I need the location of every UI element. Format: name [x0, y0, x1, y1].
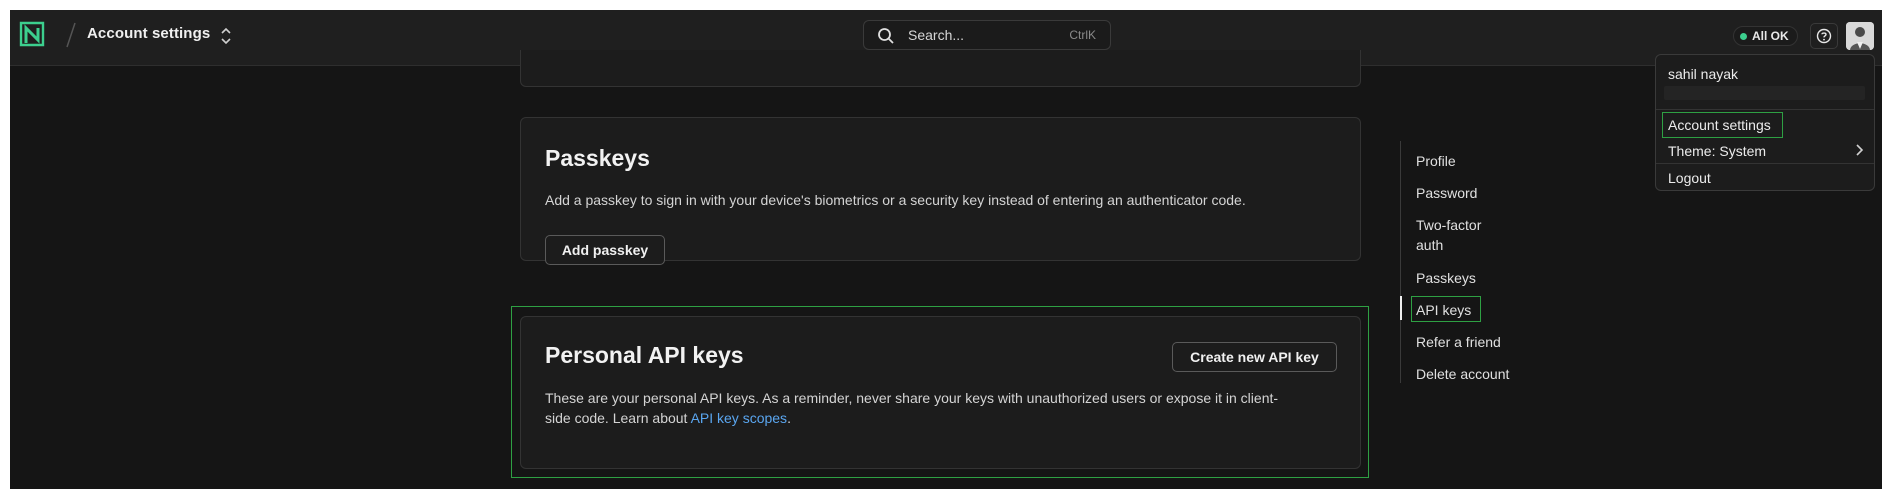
nav-item-delete-account[interactable]: Delete account	[1416, 364, 1516, 384]
nav-item-refer-a-friend[interactable]: Refer a friend	[1416, 332, 1516, 352]
nav-active-indicator	[1400, 296, 1402, 320]
user-name: sahil nayak	[1668, 66, 1739, 82]
help-button[interactable]	[1810, 23, 1838, 49]
search-placeholder: Search...	[908, 27, 965, 43]
nav-item-api-keys[interactable]: API keys	[1416, 300, 1471, 320]
page-title: Account settings	[87, 25, 211, 42]
user-email-redacted	[1664, 86, 1865, 100]
nav-item-password[interactable]: Password	[1416, 183, 1516, 203]
logo-icon[interactable]	[19, 21, 45, 47]
status-label: All OK	[1752, 29, 1789, 43]
status-dot-icon	[1740, 32, 1747, 40]
search-bar[interactable]: Search... CtrlK	[863, 20, 1111, 50]
chevron-right-icon[interactable]	[1854, 143, 1864, 157]
search-shortcut: CtrlK	[1069, 28, 1096, 42]
api-keys-title: Personal API keys	[545, 342, 744, 368]
api-keys-description: These are your personal API keys. As a r…	[545, 388, 1345, 428]
breadcrumb-separator	[66, 22, 76, 48]
api-keys-description-line2: side code. Learn about	[545, 410, 691, 426]
menu-divider	[1656, 109, 1874, 110]
api-keys-section: Personal API keys Create new API key The…	[520, 316, 1361, 469]
avatar-image	[1846, 22, 1874, 50]
passkeys-title: Passkeys	[545, 145, 650, 171]
settings-nav: Profile Password Two-factor auth Passkey…	[1400, 141, 1521, 383]
help-circle-icon	[1816, 28, 1832, 44]
passkeys-description: Add a passkey to sign in with your devic…	[545, 192, 1246, 208]
menu-item-theme[interactable]: Theme: System	[1668, 143, 1766, 159]
api-keys-description-end: .	[787, 410, 791, 426]
user-menu: sahil nayak Account settings Theme: Syst…	[1655, 54, 1875, 191]
nav-item-passkeys[interactable]: Passkeys	[1416, 268, 1516, 288]
create-api-key-button[interactable]: Create new API key	[1172, 342, 1337, 372]
search-icon	[878, 28, 894, 44]
menu-divider	[1656, 163, 1874, 164]
previous-section-card	[520, 50, 1361, 87]
passkeys-section: Passkeys Add a passkey to sign in with y…	[520, 117, 1361, 265]
nav-item-two-factor-auth[interactable]: Two-factor auth	[1416, 215, 1501, 255]
menu-item-account-settings[interactable]: Account settings	[1668, 117, 1771, 133]
menu-item-logout[interactable]: Logout	[1668, 170, 1711, 186]
status-badge[interactable]: All OK	[1733, 26, 1798, 46]
api-key-scopes-link[interactable]: API key scopes	[691, 410, 788, 426]
app-window: Account settings Search... CtrlK All OK	[10, 10, 1882, 489]
add-passkey-button[interactable]: Add passkey	[545, 235, 665, 265]
avatar[interactable]	[1846, 22, 1874, 50]
api-keys-description-line1: These are your personal API keys. As a r…	[545, 390, 1279, 406]
chevron-up-down-icon[interactable]	[220, 27, 232, 45]
nav-item-profile[interactable]: Profile	[1416, 151, 1516, 171]
